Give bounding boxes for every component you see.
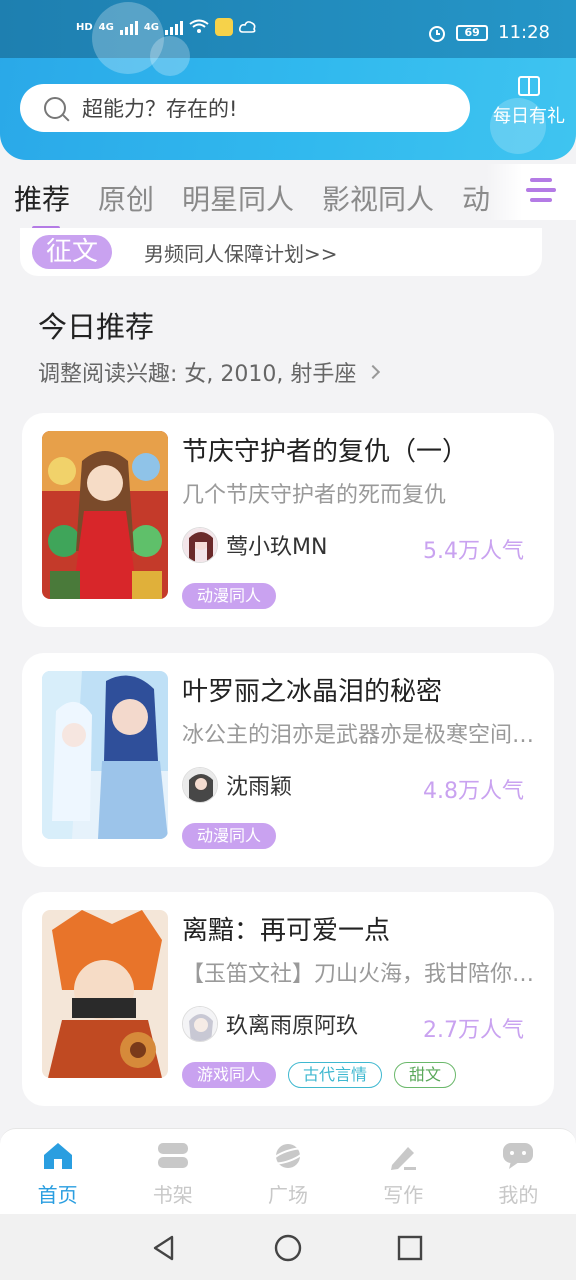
genre-tag[interactable]: 甜文 (394, 1062, 457, 1088)
search-icon (44, 97, 66, 119)
avatar (182, 1006, 218, 1042)
battery-indicator: 69 (456, 24, 489, 41)
book-cover[interactable] (42, 671, 168, 839)
pen-icon (391, 1147, 417, 1170)
popularity-count: 5.4万人气 (423, 539, 524, 564)
search-placeholder: 超能力？存在的! (82, 97, 238, 121)
book-card[interactable]: 叶罗丽之冰晶泪的秘密 冰公主的泪亦是武器亦是极寒空间的钥匙 沈雨颖 4.8万人气… (22, 653, 554, 867)
daily-gift-button[interactable]: 每日有礼 (486, 76, 572, 128)
nav-label: 我的 (498, 1183, 539, 1207)
avatar (182, 767, 218, 803)
book-cover[interactable] (42, 431, 168, 599)
genre-tag[interactable]: 古代言情 (288, 1062, 383, 1088)
back-icon[interactable] (150, 1234, 178, 1262)
popularity-count: 4.8万人气 (423, 779, 524, 804)
nav-home[interactable]: 首页 (0, 1129, 115, 1214)
book-card[interactable]: 离黯：再可爱一点 【玉笛文社】刀山火海，我甘陪你一起 玖离雨原阿玖 2.7万人气… (22, 892, 554, 1106)
top-header: HD 4G 4G 69 11:28 超能力？存在的! 每日有礼 (0, 0, 576, 160)
category-menu-icon[interactable] (526, 176, 556, 204)
author-info[interactable]: 沈雨颖 (182, 767, 292, 803)
nav-label: 广场 (268, 1183, 308, 1207)
author-name: 莺小玖MN (226, 535, 328, 560)
bookshelf-icon (157, 1143, 188, 1168)
status-bar: HD 4G 4G 69 11:28 (0, 0, 576, 76)
nav-write[interactable]: 写作 (346, 1129, 461, 1214)
status-right: 69 11:28 (428, 22, 550, 43)
signal-icon-2 (165, 19, 184, 35)
book-cover[interactable] (42, 910, 168, 1078)
planet-icon (270, 1144, 306, 1168)
nav-label: 首页 (37, 1183, 78, 1207)
book-title: 离黯：再可爱一点 (182, 916, 391, 946)
author-name: 沈雨颖 (226, 775, 293, 800)
hd-indicator: HD (76, 21, 93, 33)
tab-film-fanfic[interactable]: 影视同人 (322, 178, 434, 218)
recents-icon[interactable] (397, 1234, 423, 1262)
avatar (182, 527, 218, 563)
cloud-icon (239, 21, 256, 33)
tab-recommend[interactable]: 推荐 (14, 178, 70, 230)
book-description: 几个节庆守护者的死而复仇 (182, 483, 447, 508)
system-nav-bar (0, 1214, 576, 1280)
category-tabs: 推荐 原创 明星同人 影视同人 动 (14, 170, 490, 230)
book-description: 冰公主的泪亦是武器亦是极寒空间的钥匙 (182, 723, 540, 748)
app-notification-icon (215, 18, 234, 36)
genre-tag[interactable]: 动漫同人 (182, 583, 277, 609)
gift-icon (518, 76, 540, 96)
tag-list: 动漫同人 (182, 583, 277, 609)
decor-bubble (150, 36, 190, 76)
nav-label: 书架 (152, 1183, 193, 1207)
home-icon (43, 1143, 72, 1169)
tab-celebrity-fanfic[interactable]: 明星同人 (182, 178, 294, 218)
reading-interest-text: 调整阅读兴趣: 女, 2010, 射手座 (38, 362, 357, 387)
author-name: 玖离雨原阿玖 (226, 1014, 359, 1039)
tab-original[interactable]: 原创 (98, 178, 154, 218)
nav-mine[interactable]: 我的 (461, 1129, 576, 1214)
search-input[interactable]: 超能力？存在的! (20, 84, 470, 132)
tag-list: 游戏同人 古代言情 甜文 (182, 1062, 457, 1088)
reading-interest-link[interactable]: 调整阅读兴趣: 女, 2010, 射手座 (38, 356, 381, 388)
genre-tag[interactable]: 动漫同人 (182, 823, 277, 849)
section-title: 今日推荐 (38, 310, 155, 344)
book-card[interactable]: 节庆守护者的复仇（一） 几个节庆守护者的死而复仇 莺小玖MN 5.4万人气 动漫… (22, 413, 554, 627)
nav-plaza[interactable]: 广场 (230, 1129, 345, 1214)
genre-tag[interactable]: 游戏同人 (182, 1062, 277, 1088)
book-title: 叶罗丽之冰晶泪的秘密 (182, 677, 443, 707)
bottom-nav: 首页 书架 广场 写作 我的 (0, 1128, 576, 1214)
contest-badge: 征文 (32, 235, 113, 269)
author-info[interactable]: 莺小玖MN (182, 527, 327, 563)
daily-gift-label: 每日有礼 (493, 106, 565, 127)
alarm-icon (429, 25, 446, 42)
chat-bubble-icon (503, 1143, 534, 1169)
contest-banner[interactable]: 征文 男频同人保障计划>> (20, 228, 542, 276)
author-info[interactable]: 玖离雨原阿玖 (182, 1006, 358, 1042)
popularity-count: 2.7万人气 (423, 1018, 524, 1043)
chevron-right-icon (366, 364, 381, 380)
home-circle-icon[interactable] (273, 1234, 303, 1262)
wifi-icon (189, 19, 209, 33)
banner-text: 男频同人保障计划>> (144, 241, 338, 266)
clock: 11:28 (498, 22, 550, 43)
nav-bookshelf[interactable]: 书架 (115, 1129, 230, 1214)
book-title: 节庆守护者的复仇（一） (182, 437, 469, 467)
tag-list: 动漫同人 (182, 823, 277, 849)
book-description: 【玉笛文社】刀山火海，我甘陪你一起 (182, 962, 540, 987)
nav-label: 写作 (383, 1183, 424, 1207)
